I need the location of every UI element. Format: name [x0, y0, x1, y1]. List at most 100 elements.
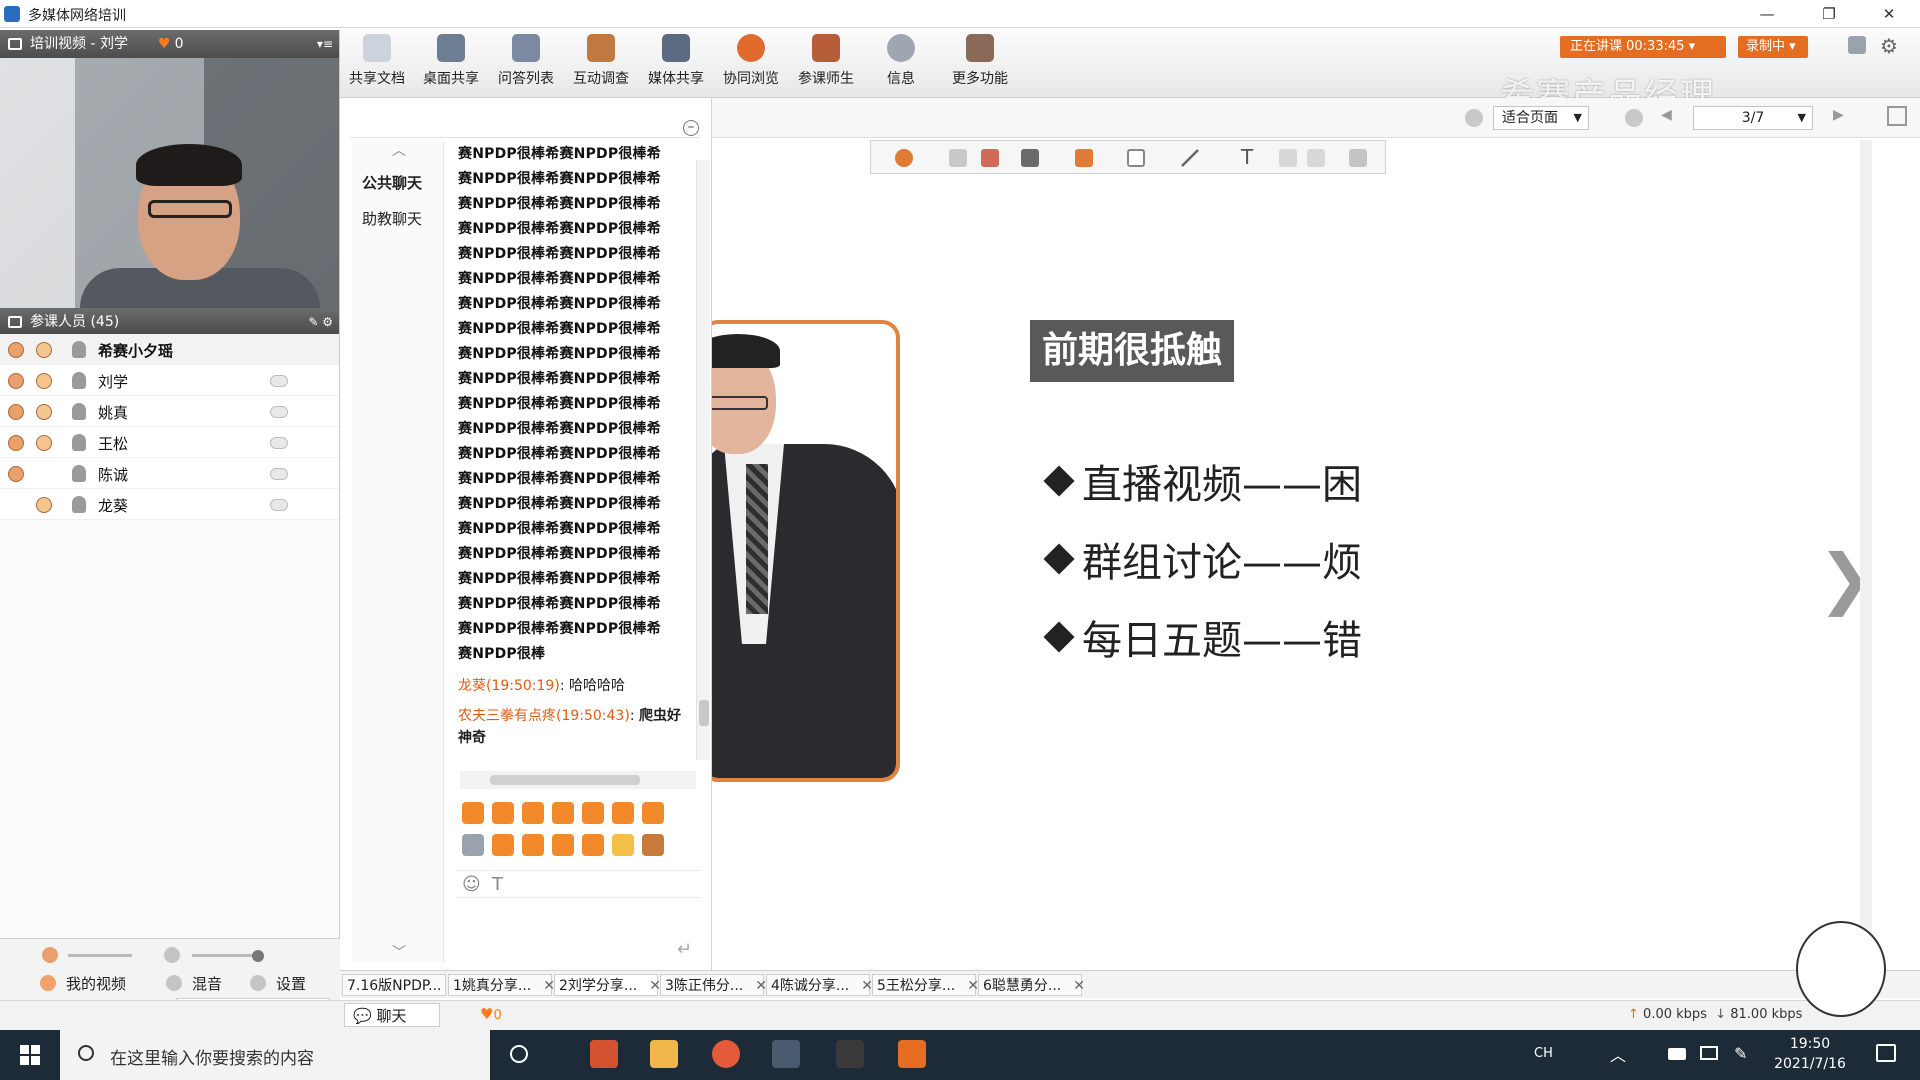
app-c-orange-icon[interactable]: [898, 1040, 926, 1068]
mix-icon[interactable]: [166, 975, 182, 991]
heart-icon[interactable]: ♥0: [480, 1005, 502, 1023]
mix-button[interactable]: 混音: [192, 973, 222, 994]
slide-scrollbar[interactable]: [1860, 140, 1872, 980]
camera-icon[interactable]: [36, 404, 52, 420]
toolbar-share-document[interactable]: 共享文档: [346, 34, 408, 88]
taskbar-search[interactable]: 在这里输入你要搜索的内容: [60, 1030, 490, 1080]
chat-bubble-icon[interactable]: [270, 406, 288, 418]
mic-volume-slider[interactable]: [68, 954, 132, 957]
chat-bubble-icon[interactable]: [270, 499, 288, 511]
rectangle-icon[interactable]: [1127, 149, 1145, 167]
maximize-button[interactable]: ❐: [1806, 2, 1852, 26]
scrollbar-thumb[interactable]: [490, 775, 640, 785]
doc-tab[interactable]: 2刘学分享... ✕: [554, 974, 661, 996]
emoji-icon[interactable]: [552, 834, 574, 856]
camera-icon[interactable]: [36, 373, 52, 389]
network-icon[interactable]: [1700, 1046, 1718, 1060]
fullscreen-icon[interactable]: [1887, 106, 1907, 126]
emoji-icon[interactable]: [582, 802, 604, 824]
my-video-button[interactable]: 我的视频: [66, 973, 126, 994]
text-tool-icon[interactable]: T: [1241, 145, 1253, 169]
clear-icon[interactable]: [981, 149, 999, 167]
live-status-badge[interactable]: 正在讲课 00:33:45 ▾: [1560, 36, 1726, 58]
system-clock[interactable]: 19:50 2021/7/16: [1760, 1034, 1860, 1074]
snapshot-icon[interactable]: [1349, 149, 1367, 167]
next-page-icon[interactable]: ▶: [1833, 107, 1844, 123]
zoom-in-icon[interactable]: [1465, 109, 1483, 127]
speaker-icon[interactable]: [164, 947, 180, 963]
scrollbar-thumb[interactable]: [699, 700, 709, 726]
doc-tab[interactable]: 6聪慧勇分... ✕: [978, 974, 1085, 996]
member-row[interactable]: 刘学: [0, 365, 339, 396]
page-select[interactable]: 3/7 ▼: [1693, 106, 1813, 130]
video-panel-menu-icon[interactable]: ▾≡: [317, 30, 333, 58]
member-row[interactable]: 陈诚: [0, 458, 339, 489]
emoji-icon[interactable]: [612, 834, 634, 856]
pointer-icon[interactable]: [895, 149, 913, 167]
chat-bubble-icon[interactable]: [270, 437, 288, 449]
font-icon[interactable]: T: [492, 874, 503, 895]
doc-tab[interactable]: 5王松分享... ✕: [872, 974, 979, 996]
toolbar-participants[interactable]: 参课师生: [795, 34, 857, 88]
emoji-icon[interactable]: [462, 834, 484, 856]
chevron-down-icon[interactable]: ﹀: [392, 942, 406, 962]
line-width-icon[interactable]: [1307, 149, 1325, 167]
file-explorer-icon[interactable]: [650, 1040, 678, 1068]
emoji-icon[interactable]: [462, 802, 484, 824]
chat-tab[interactable]: 💬 聊天: [344, 1003, 440, 1027]
close-tab-icon[interactable]: ✕: [1073, 978, 1085, 994]
battery-icon[interactable]: [1668, 1048, 1686, 1060]
toolbar-survey[interactable]: 互动调查: [570, 34, 632, 88]
task-view-icon[interactable]: [510, 1045, 528, 1063]
zoom-out-icon[interactable]: [1625, 109, 1643, 127]
notification-icon[interactable]: [1876, 1044, 1896, 1062]
mic-volume-icon[interactable]: [42, 947, 58, 963]
chat-input[interactable]: ↵: [456, 900, 702, 970]
smiley-icon[interactable]: ☺: [462, 874, 481, 895]
emoji-icon[interactable]: [522, 834, 544, 856]
emoji-icon[interactable]: [492, 802, 514, 824]
line-icon[interactable]: [1181, 149, 1199, 167]
browser-icon[interactable]: [712, 1040, 740, 1068]
zoom-select[interactable]: 适合页面 ▼: [1493, 106, 1589, 130]
chat-bubble-icon[interactable]: [270, 468, 288, 480]
record-status-badge[interactable]: 录制中 ▾: [1738, 36, 1808, 58]
doc-tab[interactable]: 7.16版NPDP...✕: [342, 974, 465, 996]
tab-assistant-chat[interactable]: 助教聊天: [362, 208, 422, 229]
doc-tab[interactable]: 4陈诚分享... ✕: [766, 974, 873, 996]
member-row[interactable]: 希赛小夕瑶: [0, 334, 339, 365]
start-button[interactable]: [0, 1030, 60, 1080]
ime-indicator[interactable]: CH: [1534, 1046, 1553, 1061]
chevron-up-icon[interactable]: ︿: [392, 140, 406, 160]
member-row[interactable]: 姚真: [0, 396, 339, 427]
tab-public-chat[interactable]: 公共聊天: [362, 172, 422, 193]
toolbar-desktop-share[interactable]: 桌面共享: [420, 34, 482, 88]
emoji-icon[interactable]: [612, 802, 634, 824]
emoji-icon[interactable]: [582, 834, 604, 856]
doc-tab[interactable]: 1姚真分享... ✕: [448, 974, 555, 996]
toolbar-cobrowse[interactable]: 协同浏览: [720, 34, 782, 88]
toolbar-media-share[interactable]: 媒体共享: [645, 34, 707, 88]
mic-icon[interactable]: [8, 373, 24, 389]
close-button[interactable]: ✕: [1866, 2, 1912, 26]
highlighter-icon[interactable]: [1075, 149, 1093, 167]
settings-button[interactable]: 设置: [276, 973, 306, 994]
emoji-icon[interactable]: [552, 802, 574, 824]
toolbar-info[interactable]: 信息: [870, 34, 932, 88]
chat-bubble-icon[interactable]: [270, 375, 288, 387]
eraser-icon[interactable]: [949, 149, 967, 167]
pen-icon[interactable]: [1021, 149, 1039, 167]
chat-vertical-scrollbar[interactable]: [696, 160, 710, 760]
tray-chevron-icon[interactable]: ︿: [1610, 1042, 1626, 1066]
mic-icon[interactable]: [8, 404, 24, 420]
emoji-icon[interactable]: [642, 834, 664, 856]
app-c-icon[interactable]: [836, 1040, 864, 1068]
my-video-icon[interactable]: [40, 975, 56, 991]
speaker-volume-knob[interactable]: [252, 950, 264, 962]
collapse-icon[interactable]: –: [683, 120, 699, 136]
settings-gear-icon[interactable]: [250, 975, 266, 991]
member-row[interactable]: 王松: [0, 427, 339, 458]
powerpoint-icon[interactable]: [590, 1040, 618, 1068]
mic-icon[interactable]: [8, 342, 24, 358]
training-app-icon[interactable]: [772, 1040, 800, 1068]
